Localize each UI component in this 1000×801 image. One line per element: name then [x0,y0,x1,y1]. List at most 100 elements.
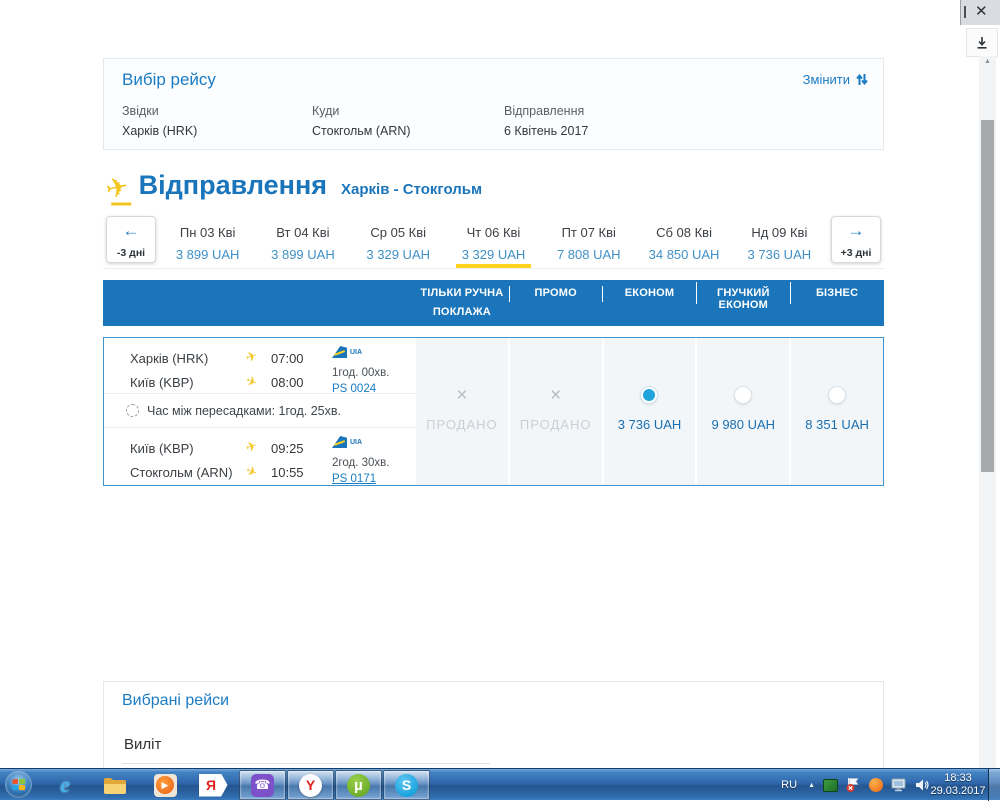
segment-from-city: Харків (HRK) [130,351,208,366]
windows-logo-icon [13,778,26,791]
utorrent-button[interactable]: µ [335,770,382,800]
nvidia-tray-icon[interactable] [822,777,838,793]
layover-row: Час між пересадками: 1год. 25хв. [104,393,416,428]
flight-number-link[interactable]: PS 0171 [332,473,376,485]
date-tab-wed-05[interactable]: Ср 05 Кві 3 329 UAH [351,213,446,268]
fare-class-header-bar: ТІЛЬКИ РУЧНА ПОКЛАЖА ПРОМО ЕКОНОМ ГНУЧКИ… [103,280,884,326]
date-carousel: ← -3 дні Пн 03 Кві 3 899 UAH Вт 04 Кві 3… [103,213,884,269]
day-label: Пт 07 Кві [541,225,636,240]
next-days-button[interactable]: → +3 дні [831,216,881,263]
column-separator [790,282,791,304]
yandex-browser-button[interactable]: Y [287,770,334,800]
departure-date-value: 6 Квітень 2017 [504,124,588,138]
swap-icon [855,72,869,87]
date-tab-fri-07[interactable]: Пт 07 Кві 7 808 UAH [541,213,636,268]
viber-icon: ☎ [251,774,274,797]
landing-icon: ✈ [243,373,259,392]
from-value: Харків (HRK) [122,124,197,138]
day-label: Сб 08 Кві [636,225,731,240]
fare-radio[interactable] [734,386,752,404]
selected-flights-title: Вибрані рейси [122,692,229,710]
flight-segment-1: Харків (HRK) Київ (KBP) ✈ ✈ 07:00 08:00 … [104,338,416,393]
column-separator [696,282,697,304]
viber-button[interactable]: ☎ [239,770,286,800]
internet-explorer-icon[interactable]: e [52,772,78,798]
skype-icon: S [395,774,418,797]
airline-name: UIA [350,349,362,356]
fare-price: 8 351 UAH [805,417,869,432]
window-title-bar-fragment: ✕ [960,0,1000,25]
airline-logo-icon: UIA [332,346,362,358]
left-arrow-icon: ← [107,219,155,243]
to-label: Куди [312,104,411,118]
fare-cell-flex-econom[interactable]: 9 980 UAH [697,338,789,485]
scroll-up-icon[interactable]: ▲ [979,58,996,65]
segment-to-city: Київ (KBP) [130,375,194,390]
date-tabs: Пн 03 Кві 3 899 UAH Вт 04 Кві 3 899 UAH … [160,213,827,268]
media-player-icon[interactable]: ▶ [152,772,178,798]
date-tab-thu-06-selected[interactable]: Чт 06 Кві 3 329 UAH [446,213,541,268]
folder-icon[interactable] [102,772,128,798]
clock[interactable]: 18:33 29.03.2017 [930,772,986,798]
day-label: Нд 09 Кві [732,225,827,240]
utorrent-icon: µ [347,774,370,797]
start-button[interactable] [5,771,32,798]
date-tab-sat-08[interactable]: Сб 08 Кві 34 850 UAH [636,213,731,268]
show-desktop-button[interactable] [988,769,1000,801]
change-label: Змінити [803,72,850,87]
departure-time: 07:00 [271,351,304,366]
fare-cell-promo-sold: × ПРОДАНО [510,338,602,485]
departure-date-field: Відправлення 6 Квітень 2017 [504,104,588,138]
sold-x-icon: × [456,386,467,405]
fare-cell-econom[interactable]: 3 736 UAH [604,338,696,485]
arrival-time: 08:00 [271,375,304,390]
scrollbar-thumb[interactable] [981,120,994,472]
departure-title: Відправлення [139,170,327,201]
date-tab-tue-04[interactable]: Вт 04 Кві 3 899 UAH [255,213,350,268]
download-button[interactable] [966,28,998,57]
column-separator [602,286,603,302]
landing-icon: ✈ [243,463,259,482]
day-price: 34 850 UAH [636,247,731,262]
date-tab-mon-03[interactable]: Пн 03 Кві 3 899 UAH [160,213,255,268]
yandex-browser-icon: Y [299,774,322,797]
change-button[interactable]: Змінити [803,72,869,87]
day-price: 3 736 UAH [732,247,827,262]
taskbar: e ▶ Я ☎ Y µ S RU ▲ [0,768,1000,800]
right-arrow-icon: → [832,219,880,243]
display-tray-icon[interactable] [891,777,907,793]
prev-days-button[interactable]: ← -3 дні [106,216,156,263]
layover-text: Час між пересадками: 1год. 25хв. [147,404,341,418]
avast-tray-icon[interactable] [868,777,884,793]
segment-duration: 1год. 00хв. [332,367,389,379]
flight-result-card: Харків (HRK) Київ (KBP) ✈ ✈ 07:00 08:00 … [103,337,884,486]
day-label: Ср 05 Кві [351,225,446,240]
skype-button[interactable]: S [383,770,430,800]
date-tab-sun-09[interactable]: Нд 09 Кві 3 736 UAH [732,213,827,268]
fare-class-hand-luggage: ТІЛЬКИ РУЧНА ПОКЛАЖА [415,280,509,326]
transfer-time-icon [126,404,139,417]
language-indicator[interactable]: RU [781,779,801,791]
selected-underline [456,264,531,268]
airline-block: UIA 1год. 00хв. PS 0024 [332,345,389,397]
scrollbar[interactable]: ▲ [979,56,996,768]
fare-radio[interactable] [828,386,846,404]
fare-price: 9 980 UAH [711,417,775,432]
airline-block: UIA 2год. 30хв. PS 0171 [332,435,389,487]
fare-cell-business[interactable]: 8 351 UAH [791,338,883,485]
airline-logo-icon: UIA [332,436,362,448]
from-field: Звідки Харків (HRK) [122,104,197,138]
day-label: Пн 03 Кві [160,225,255,240]
tray-expand-icon[interactable]: ▲ [808,782,815,789]
volume-tray-icon[interactable] [914,777,930,793]
close-icon[interactable]: ✕ [975,2,988,20]
fare-radio-selected[interactable] [640,386,658,404]
download-icon [975,36,989,50]
trip-summary-panel: Вибір рейсу Змінити Звідки Харків (HRK) … [103,58,884,150]
trip-summary-title: Вибір рейсу [122,70,216,90]
yandex-icon[interactable]: Я [198,772,228,798]
takeoff-icon: ✈ [244,348,259,367]
action-center-icon[interactable] [845,777,861,793]
day-label: Чт 06 Кві [446,225,541,240]
segment-to-city: Стокгольм (ARN) [130,465,233,480]
